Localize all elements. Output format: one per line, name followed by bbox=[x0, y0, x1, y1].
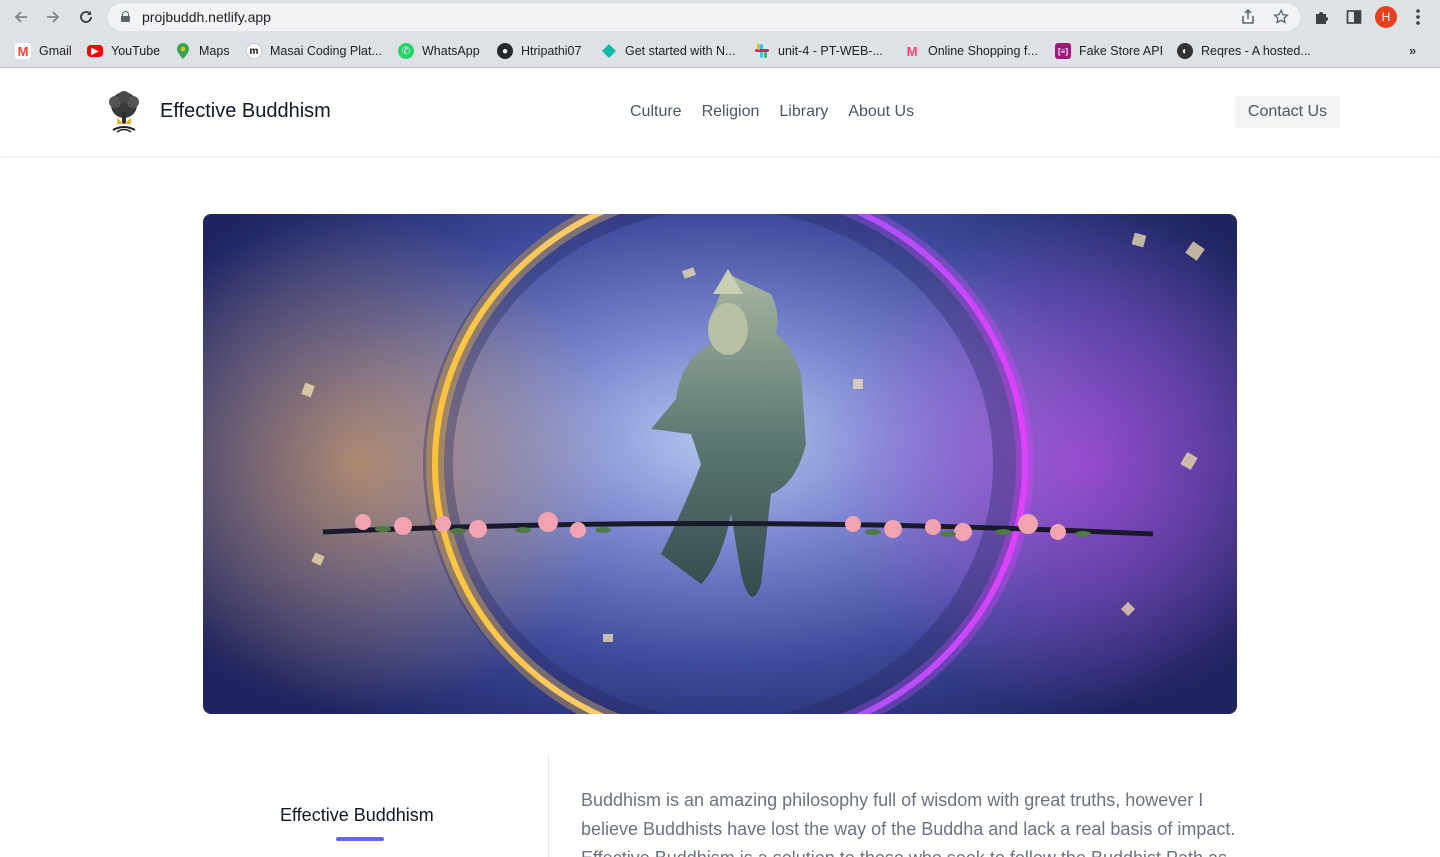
bookmark-github[interactable]: ● Htripathi07 bbox=[497, 42, 581, 60]
bookmarks-bar: M Gmail ▶ YouTube Maps m Masai Coding Pl… bbox=[0, 36, 1440, 66]
brand-name[interactable]: Effective Buddhism bbox=[160, 100, 331, 123]
diamond-icon bbox=[601, 43, 617, 59]
nav-religion[interactable]: Religion bbox=[702, 103, 760, 121]
address-bar[interactable]: projbuddh.netlify.app bbox=[108, 3, 1300, 31]
back-arrow-icon[interactable] bbox=[9, 5, 33, 29]
bookmark-reqres[interactable]: ◐ Reqres - A hosted... bbox=[1177, 42, 1311, 60]
fakestore-icon: [≡] bbox=[1055, 43, 1071, 59]
youtube-icon: ▶ bbox=[87, 45, 103, 57]
nav-about-us[interactable]: About Us bbox=[848, 103, 914, 121]
section-side-title: Effective Buddhism bbox=[280, 805, 434, 825]
browser-toolbar: projbuddh.netlify.app H bbox=[0, 0, 1440, 34]
main-nav: Culture Religion Library About Us bbox=[630, 103, 914, 121]
github-icon: ● bbox=[497, 43, 513, 59]
forward-arrow-icon[interactable] bbox=[41, 5, 65, 29]
bookmark-label: Get started with N... bbox=[625, 44, 736, 58]
intro-paragraph: Buddhism is an amazing philosophy full o… bbox=[581, 790, 1236, 857]
bookmark-label: unit-4 - PT-WEB-... bbox=[778, 44, 883, 58]
bookmark-slack[interactable]: unit-4 - PT-WEB-... bbox=[754, 42, 883, 60]
more-bookmarks-chevron-icon[interactable]: » bbox=[1409, 43, 1416, 58]
bookmark-label: YouTube bbox=[111, 44, 161, 58]
url-text[interactable]: projbuddh.netlify.app bbox=[142, 9, 271, 25]
bookmark-get-started[interactable]: Get started with N... bbox=[601, 42, 735, 60]
bookmark-label: Reqres - A hosted... bbox=[1201, 44, 1311, 58]
bookmark-star-icon[interactable] bbox=[1271, 7, 1291, 27]
section-divider bbox=[548, 754, 549, 857]
bookmark-label: Maps bbox=[199, 44, 230, 58]
bookmark-fake-store[interactable]: [≡] Fake Store API bbox=[1055, 42, 1163, 60]
nav-library[interactable]: Library bbox=[779, 103, 828, 121]
lock-icon[interactable] bbox=[121, 11, 130, 22]
gmail-icon: M bbox=[15, 43, 31, 59]
browser-menu-kebab-icon[interactable] bbox=[1406, 5, 1430, 29]
maps-icon bbox=[175, 43, 191, 59]
slack-icon bbox=[754, 43, 770, 59]
bookmark-maps[interactable]: Maps bbox=[175, 42, 230, 60]
bookmark-label: Htripathi07 bbox=[521, 44, 582, 58]
bookmark-label: Online Shopping f... bbox=[928, 44, 1038, 58]
side-panel-icon[interactable] bbox=[1342, 5, 1366, 29]
bookmark-label: Fake Store API bbox=[1079, 44, 1164, 58]
bookmark-label: WhatsApp bbox=[422, 44, 480, 58]
bookmark-masai[interactable]: m Masai Coding Plat... bbox=[246, 42, 382, 60]
bookmark-youtube[interactable]: ▶ YouTube bbox=[87, 42, 160, 60]
title-underline bbox=[336, 837, 384, 841]
hero-buddha-image bbox=[203, 214, 1237, 714]
masai-icon: m bbox=[246, 43, 262, 59]
whatsapp-icon: ✆ bbox=[398, 43, 414, 59]
browser-chrome: projbuddh.netlify.app H M Gmail ▶ YouTub… bbox=[0, 0, 1440, 68]
extensions-puzzle-icon[interactable] bbox=[1310, 5, 1334, 29]
bookmark-label: Masai Coding Plat... bbox=[270, 44, 382, 58]
share-icon[interactable] bbox=[1238, 7, 1258, 27]
bookmark-myntra[interactable]: M Online Shopping f... bbox=[904, 42, 1038, 60]
nav-culture[interactable]: Culture bbox=[630, 103, 682, 121]
bodhi-tree-logo-icon[interactable] bbox=[103, 90, 145, 134]
globe-icon: ◐ bbox=[1177, 43, 1193, 59]
reload-icon[interactable] bbox=[74, 5, 98, 29]
bookmark-gmail[interactable]: M Gmail bbox=[15, 42, 72, 60]
site-header: Effective Buddhism Culture Religion Libr… bbox=[0, 68, 1440, 156]
bookmark-label: Gmail bbox=[39, 44, 72, 58]
myntra-icon: M bbox=[906, 43, 918, 59]
contact-us-button[interactable]: Contact Us bbox=[1235, 96, 1340, 128]
profile-avatar[interactable]: H bbox=[1375, 6, 1397, 28]
bookmark-whatsapp[interactable]: ✆ WhatsApp bbox=[398, 42, 480, 60]
